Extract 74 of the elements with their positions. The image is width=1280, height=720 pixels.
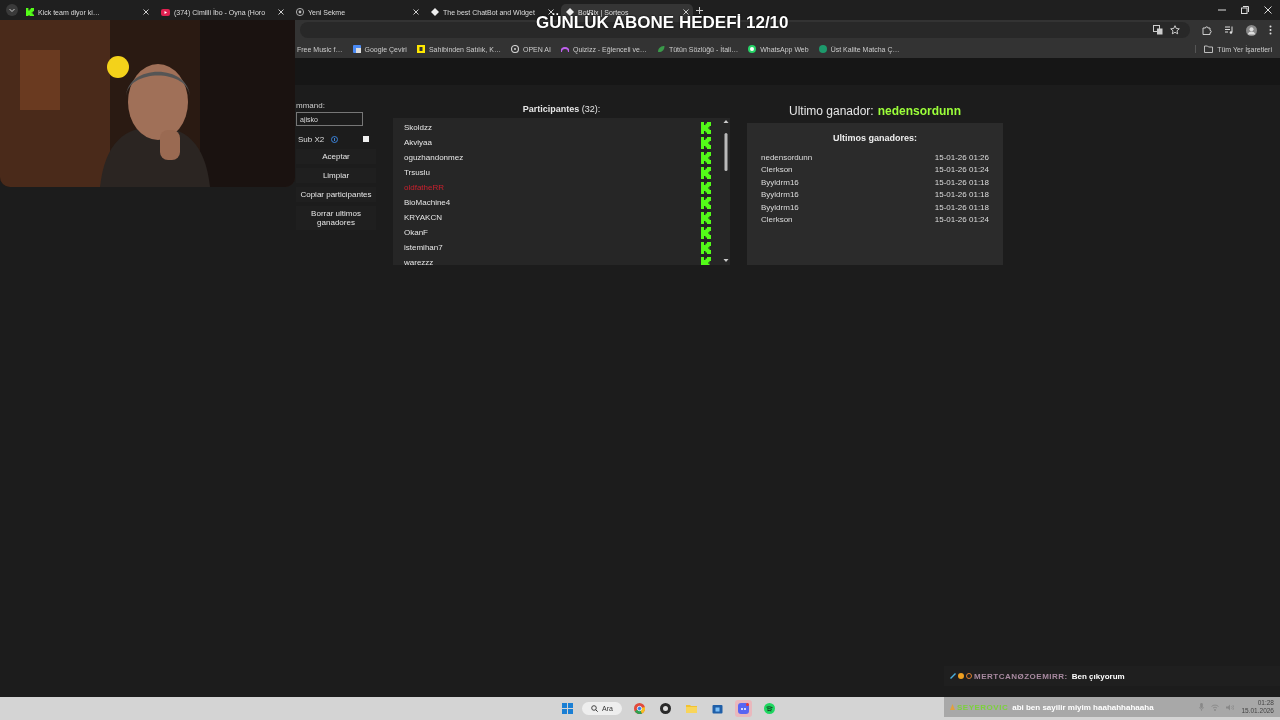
microphone-icon (1199, 703, 1205, 711)
music-app-icon (764, 703, 775, 714)
participant-name: warezzz (404, 258, 434, 265)
chat-bubble-icon (748, 45, 757, 53)
folder-icon (686, 703, 697, 714)
winner-entry-date: 15-01-26 01:18 (934, 177, 989, 189)
badge-icon (950, 704, 955, 710)
participant-name: OkanF (404, 228, 428, 237)
chat-username: MERTCANØZOEMIRR: (974, 671, 1068, 681)
close-icon[interactable] (683, 9, 689, 15)
letter-tile-icon (416, 45, 425, 53)
checkbox[interactable] (363, 136, 370, 142)
winner-entry-name: Byyldrm16 (761, 177, 799, 189)
chrome-icon (634, 703, 645, 714)
chat-text: Ben çıkyorum (1071, 671, 1125, 681)
diamond-icon (431, 8, 439, 16)
chat-username: SEYEROVIC (957, 702, 1009, 712)
participant-name: oguzhandonmez (404, 153, 464, 162)
translate-icon[interactable] (1153, 25, 1163, 35)
participant-name: BioMachine4 (404, 198, 451, 207)
speaker-icon (1226, 703, 1235, 711)
winner-entry-date: 15-01-26 01:26 (934, 153, 989, 164)
winner-entry-date: 15-01-26 01:18 (934, 202, 989, 214)
participant-name: Trsuslu (404, 168, 430, 177)
sword-icon (950, 673, 956, 679)
translate-icon (352, 45, 361, 53)
winner-name: nedensordunn (877, 104, 962, 118)
close-icon[interactable] (548, 9, 554, 15)
new-tab-icon[interactable] (696, 6, 703, 14)
menu-icon[interactable] (1269, 25, 1272, 35)
close-icon[interactable] (143, 9, 149, 15)
windows-start-icon[interactable] (562, 703, 573, 714)
field-label: mmand: (295, 101, 326, 110)
globe-icon (296, 8, 304, 16)
leaf-circle-icon (818, 45, 827, 53)
leaf-icon (656, 45, 665, 53)
winner-label: Ultimo ganador: (788, 104, 874, 118)
info-icon (331, 135, 339, 143)
rainbow-icon (560, 45, 569, 53)
tab-list-icon[interactable] (6, 4, 18, 16)
winner-entry-name: Clerkson (761, 214, 793, 226)
media-icon[interactable] (1224, 25, 1234, 35)
close-icon[interactable] (278, 9, 284, 15)
close-icon[interactable] (1264, 6, 1272, 14)
close-icon[interactable] (413, 9, 419, 15)
restore-icon[interactable] (1241, 6, 1249, 14)
participant-name: KRYAKCN (404, 213, 442, 222)
folder-icon (1204, 45, 1214, 53)
video-play-icon (161, 8, 170, 16)
checkbox-label: Sub X2 (298, 134, 325, 144)
record-icon (660, 703, 671, 714)
winner-entry-name: Clerkson (761, 165, 793, 177)
star-icon[interactable] (1170, 25, 1180, 35)
taskbar-app[interactable] (657, 700, 674, 717)
participant-name: Skoldzz (404, 123, 432, 132)
minimize-icon[interactable] (1218, 6, 1226, 14)
store-icon (712, 703, 723, 714)
winner-entry-date: 15-01-26 01:24 (934, 165, 989, 177)
winner-entry-date: 15-01-26 01:18 (934, 190, 989, 202)
participant-name: Akviyaa (404, 138, 432, 147)
panel-title: Ultimos ganadores: (832, 133, 918, 143)
flower-icon (510, 45, 519, 53)
chat-app-icon (738, 703, 749, 714)
avatar-icon[interactable] (1246, 24, 1257, 36)
participant-name: oldfatheRR (404, 183, 445, 192)
winner-entry-name: Byyldrm16 (761, 190, 799, 202)
winner-entry-date: 15-01-26 01:24 (934, 214, 989, 226)
participant-name: istemihan7 (404, 243, 443, 252)
list-title: Participantes (32): (521, 104, 602, 116)
wifi-icon (1211, 703, 1220, 711)
search-icon (591, 705, 599, 712)
chat-text: abi ben sayilir miyim haahahhahaaha (1012, 702, 1154, 712)
winner-entry-name: nedensordunn (761, 153, 813, 164)
winner-entry-name: Byyldrm16 (761, 202, 799, 214)
